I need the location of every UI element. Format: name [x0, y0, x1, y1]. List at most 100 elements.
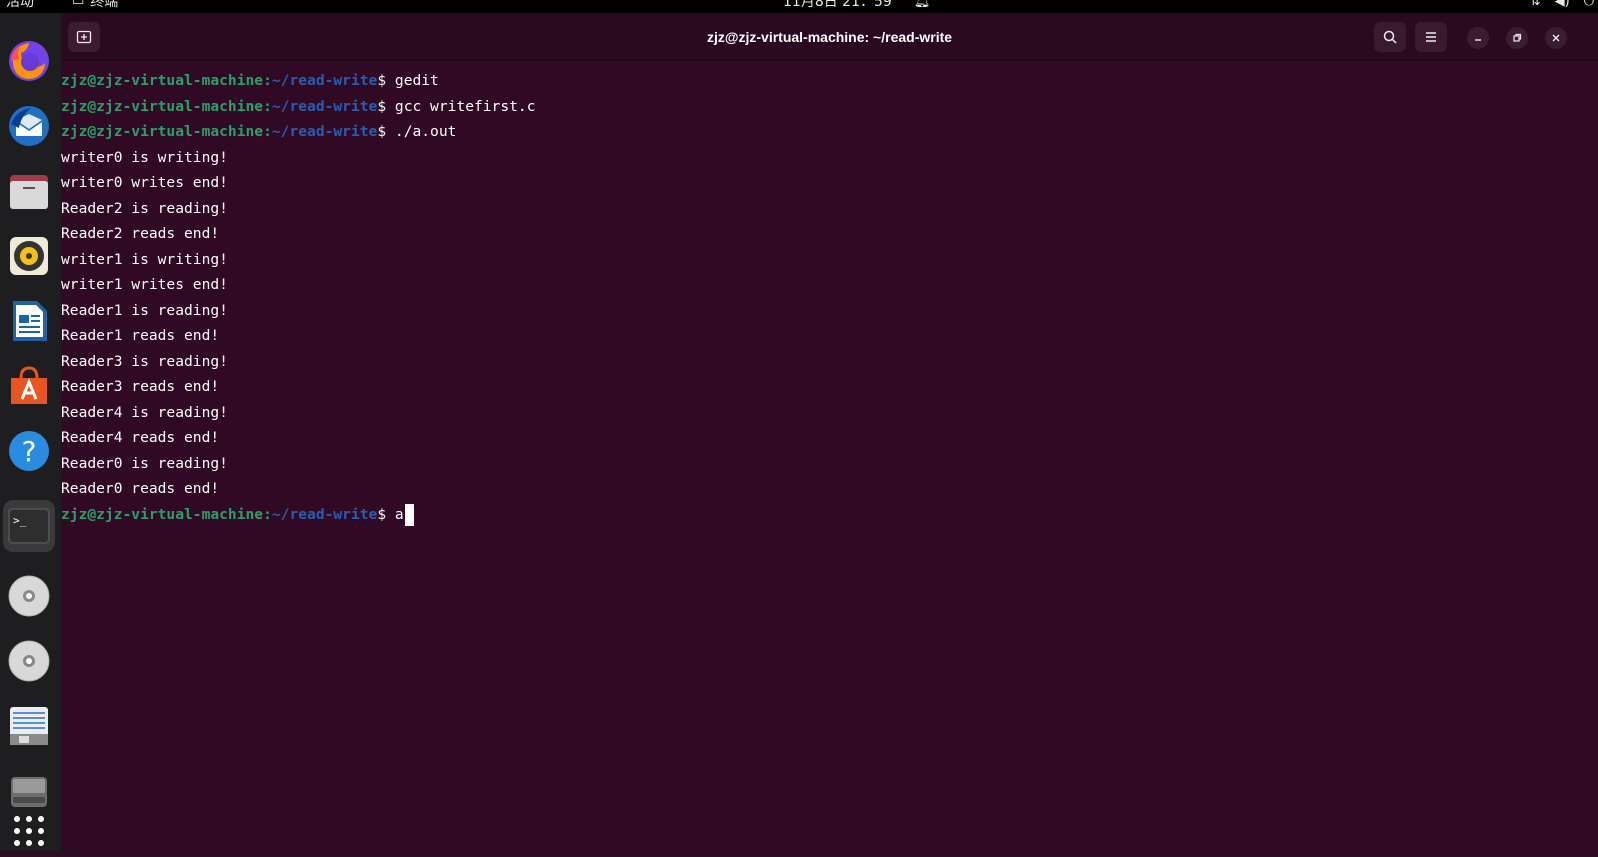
output-text: writer1 is writing! [61, 250, 228, 268]
command-text: a [386, 505, 404, 523]
output-text: Reader0 is reading! [61, 454, 228, 472]
activities-button[interactable]: 活动 [6, 0, 34, 9]
writer-launcher[interactable] [3, 295, 55, 347]
text-editor-launcher[interactable] [3, 700, 55, 752]
prompt-line: zjz@zjz-virtual-machine:~/read-write$ ./… [61, 119, 1598, 145]
window-title: zjz@zjz-virtual-machine: ~/read-write [706, 29, 953, 45]
output-text: Reader4 is reading! [61, 403, 228, 421]
help-launcher[interactable]: ? [3, 425, 55, 477]
search-button[interactable] [1374, 22, 1406, 52]
app-center-launcher[interactable] [3, 360, 55, 412]
thunderbird-icon [9, 106, 49, 146]
app-center-icon [11, 366, 47, 404]
dock: ? >_ [0, 13, 61, 851]
close-button[interactable] [1545, 27, 1567, 49]
output-line: writer1 is writing! [61, 247, 1598, 273]
restore-icon [1513, 33, 1522, 42]
files-icon [10, 175, 48, 209]
prompt-path: ~/read-write [271, 123, 378, 140]
prompt-line: zjz@zjz-virtual-machine:~/read-write$ ge… [61, 68, 1598, 94]
output-text: Reader1 is reading! [61, 301, 228, 319]
output-line: Reader1 reads end! [61, 323, 1598, 349]
power-icon: ⏻ [1583, 0, 1594, 9]
header-bar[interactable]: zjz@zjz-virtual-machine: ~/read-write [61, 13, 1598, 61]
prompt-separator: : [263, 72, 272, 89]
top-bar: 活动 ▭ 终端 11月8日 21：59 🔔︎ ⇅ ◀) ⏻ [0, 0, 1598, 13]
menu-button[interactable] [1415, 22, 1447, 52]
restore-button[interactable] [1506, 27, 1528, 49]
show-apps-button[interactable] [3, 805, 55, 857]
prompt-symbol: $ [377, 123, 387, 140]
command-text: gedit [386, 72, 439, 89]
output-text: Reader0 reads end! [61, 480, 220, 497]
output-line: Reader2 reads end! [61, 221, 1598, 247]
output-text: Reader2 is reading! [61, 199, 228, 217]
system-tray[interactable]: ⇅ ◀) ⏻ [1530, 0, 1594, 8]
rhythmbox-icon [10, 237, 48, 275]
command-text: gcc writefirst.c [386, 97, 536, 115]
output-line: Reader4 is reading! [61, 400, 1598, 426]
files-launcher[interactable] [3, 165, 55, 217]
app-menu[interactable]: ▭ 终端 [72, 0, 119, 10]
output-text: writer1 writes end! [61, 276, 228, 293]
thunderbird-launcher[interactable] [3, 100, 55, 152]
terminal-output[interactable]: zjz@zjz-virtual-machine:~/read-write$ ge… [61, 68, 1598, 848]
prompt-separator: : [263, 97, 272, 115]
prompt-symbol: $ [377, 72, 387, 89]
clock[interactable]: 11月8日 21：59 🔔︎ [783, 0, 931, 10]
rhythmbox-launcher[interactable] [3, 230, 55, 282]
prompt-symbol: $ [377, 97, 387, 115]
disc-icon [8, 640, 50, 682]
prompt-separator: : [263, 123, 272, 140]
minimize-button[interactable] [1467, 27, 1489, 49]
close-icon [1552, 34, 1560, 42]
prompt-path: ~/read-write [271, 505, 378, 523]
output-text: Reader4 reads end! [61, 429, 220, 446]
volume-icon: ◀) [1554, 0, 1570, 9]
output-line: Reader4 reads end! [61, 425, 1598, 451]
firefox-icon [9, 41, 49, 81]
bell-icon: 🔔︎ [913, 0, 931, 9]
help-icon: ? [9, 431, 49, 471]
output-line: Reader0 is reading! [61, 451, 1598, 477]
datetime: 11月8日 21：59 [783, 0, 892, 10]
prompt-user: zjz@zjz-virtual-machine [61, 123, 264, 140]
prompt-separator: : [263, 505, 272, 523]
network-icon: ⇅ [1529, 0, 1541, 9]
firefox-launcher[interactable] [3, 35, 55, 87]
app-name: 终端 [90, 0, 119, 10]
output-text: Reader1 reads end! [61, 327, 220, 344]
output-line: Reader1 is reading! [61, 298, 1598, 324]
terminal-icon: >_ [8, 508, 50, 544]
prompt-symbol: $ [377, 505, 387, 523]
output-line: writer0 is writing! [61, 145, 1598, 171]
disc-launcher-2[interactable] [3, 635, 55, 687]
apps-grid-icon [14, 816, 44, 846]
output-text: writer0 is writing! [61, 148, 228, 166]
output-line: Reader3 is reading! [61, 349, 1598, 375]
search-icon [1383, 30, 1397, 44]
minimize-icon [1475, 39, 1481, 41]
document-icon [10, 707, 48, 745]
output-text: Reader3 reads end! [61, 378, 220, 395]
output-line: Reader0 reads end! [61, 476, 1598, 502]
command-text: ./a.out [386, 123, 457, 140]
output-line: writer0 writes end! [61, 170, 1598, 196]
prompt-line: zjz@zjz-virtual-machine:~/read-write$ a [61, 502, 1598, 528]
svg-text:>_: >_ [13, 514, 27, 527]
output-line: writer1 writes end! [61, 272, 1598, 298]
output-text: Reader3 is reading! [61, 352, 228, 370]
prompt-user: zjz@zjz-virtual-machine [61, 72, 264, 89]
prompt-path: ~/read-write [271, 97, 378, 115]
output-line: Reader2 is reading! [61, 196, 1598, 222]
disc-icon [8, 575, 50, 617]
writer-icon [13, 301, 47, 341]
svg-text:?: ? [22, 435, 37, 468]
prompt-line: zjz@zjz-virtual-machine:~/read-write$ gc… [61, 94, 1598, 120]
text-cursor [404, 503, 414, 526]
disc-launcher-1[interactable] [3, 570, 55, 622]
output-text: writer0 writes end! [61, 174, 228, 191]
terminal-launcher[interactable]: >_ [3, 500, 55, 552]
terminal-window: zjz@zjz-virtual-machine: ~/read-write zj… [61, 13, 1598, 851]
prompt-path: ~/read-write [271, 72, 378, 89]
